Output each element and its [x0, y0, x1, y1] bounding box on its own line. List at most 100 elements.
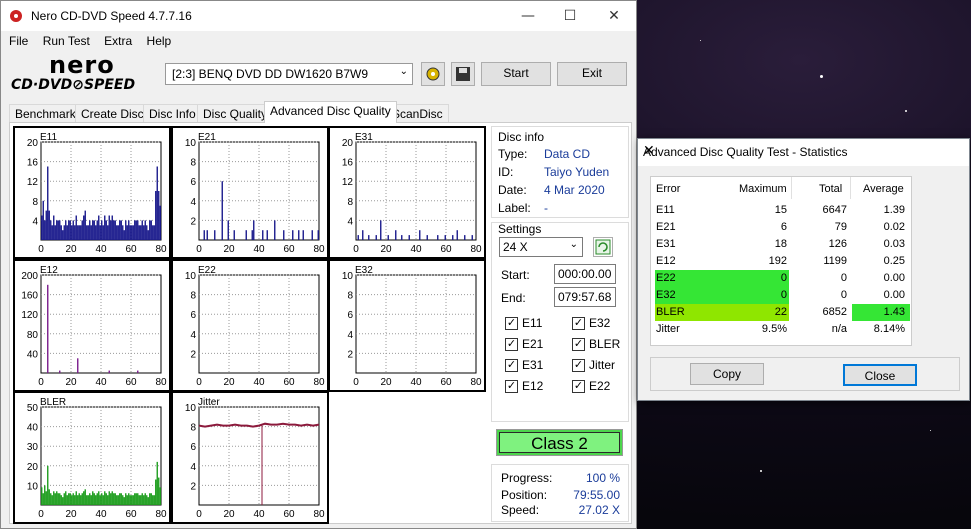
checkbox-e22[interactable]: ✓: [572, 380, 585, 393]
minimize-button[interactable]: —: [513, 5, 543, 27]
floppy-icon: [456, 67, 470, 81]
id-value: Taiyo Yuden: [544, 165, 610, 179]
stats-cell-e32-maximum: 0: [780, 289, 787, 301]
tab-disc-info[interactable]: Disc Info: [143, 104, 202, 123]
stats-header-maximum: Maximum: [739, 183, 787, 195]
copy-button[interactable]: Copy: [690, 363, 764, 385]
y-tick-label: 20: [27, 138, 39, 149]
exit-button[interactable]: Exit: [557, 62, 627, 86]
x-tick-label: 0: [196, 244, 202, 255]
checkbox-label-jitter: Jitter: [589, 358, 616, 372]
chart-jitter: 0 20 40 60 80 10 8 6 4 2 Jitter: [171, 391, 329, 524]
y-tick-label: 10: [185, 271, 197, 282]
y-tick-label: 30: [27, 442, 39, 453]
y-tick-label: 20: [27, 462, 39, 473]
x-tick-label: 40: [410, 244, 422, 255]
x-tick-label: 40: [410, 377, 422, 388]
x-tick-label: 20: [380, 377, 392, 388]
stats-title-bar: Advanced Disc Quality Test - Statistics …: [638, 139, 969, 166]
drive-select[interactable]: [2:3] BENQ DVD DD DW1620 B7W9 ⌄: [165, 63, 413, 85]
stats-close-button[interactable]: Close: [843, 364, 917, 386]
x-tick-label: 20: [380, 244, 392, 255]
y-tick-label: 10: [185, 138, 197, 149]
stats-cell-bler-average: 1.43: [883, 306, 905, 318]
checkbox-e32[interactable]: ✓: [572, 317, 585, 330]
wrench-icon: [426, 67, 440, 81]
chart-title: E22: [198, 265, 216, 276]
stats-cell-e32-average: 0.00: [883, 289, 905, 301]
stats-cell-e22-average: 0.00: [883, 272, 905, 284]
checkbox-e12[interactable]: ✓: [505, 380, 518, 393]
date-value: 4 Mar 2020: [544, 183, 605, 197]
stats-cell-e22-error: E22: [656, 272, 676, 284]
stats-cell-e32-error: E32: [656, 289, 676, 301]
checkbox-label-e12: E12: [522, 379, 544, 393]
checkbox-jitter[interactable]: ✓: [572, 359, 585, 372]
stats-cell-e21-error: E21: [656, 221, 676, 233]
chart-svg-e11: 0 20 40 60 80 20 16 12 8 4 E11: [27, 132, 167, 255]
y-tick-label: 10: [185, 403, 197, 414]
stats-cell-e21-maximum: 6: [780, 221, 787, 233]
id-label: ID:: [498, 165, 514, 179]
end-label: End:: [501, 291, 526, 305]
x-tick-label: 20: [223, 509, 235, 520]
chart-title: E21: [198, 132, 216, 143]
close-button[interactable]: ✕: [599, 5, 629, 27]
y-tick-label: 6: [190, 177, 196, 188]
menu-extra[interactable]: Extra: [104, 32, 132, 50]
stats-cell-e31-total: 126: [828, 238, 847, 250]
wrench-icon-button[interactable]: [421, 62, 445, 86]
y-tick-label: 200: [21, 271, 38, 282]
stats-cell-e31-average: 0.03: [883, 238, 905, 250]
drive-select-value: [2:3] BENQ DVD DD DW1620 B7W9: [172, 67, 369, 81]
x-tick-label: 40: [95, 509, 107, 520]
stats-header-average: Average: [863, 183, 904, 195]
tab-create-disc[interactable]: Create Disc: [75, 104, 150, 123]
menu-run-test[interactable]: Run Test: [43, 32, 90, 50]
stats-cell-e21-average: 0.02: [883, 221, 905, 233]
menu-help[interactable]: Help: [147, 32, 172, 50]
star: [930, 430, 931, 431]
progress-value: 100 %: [585, 471, 620, 485]
save-button[interactable]: [451, 62, 475, 86]
checkbox-bler[interactable]: ✓: [572, 338, 585, 351]
chart-svg-e12: 0 20 40 60 80 200 160 120 80 40 E12: [21, 265, 167, 388]
checkbox-e21[interactable]: ✓: [505, 338, 518, 351]
stats-cell-e31-error: E31: [656, 238, 676, 250]
class-label: Class 2: [499, 432, 620, 453]
tab-benchmark[interactable]: Benchmark: [9, 104, 82, 123]
refresh-button[interactable]: [593, 237, 613, 257]
end-input[interactable]: 079:57.68: [554, 287, 616, 307]
chevron-down-icon: ⌄: [569, 239, 578, 250]
stats-header-error: Error: [656, 183, 681, 195]
chart-svg-bler: 0 20 40 60 80 50 40 30 20 10 BLER: [27, 397, 167, 520]
x-tick-label: 80: [155, 244, 167, 255]
position-value: 79:55.00: [573, 488, 620, 502]
stats-cell-e11-maximum: 15: [774, 204, 787, 216]
x-tick-label: 40: [95, 244, 107, 255]
position-label: Position:: [501, 488, 548, 502]
y-tick-label: 6: [347, 310, 353, 321]
menu-file[interactable]: File: [9, 32, 28, 50]
stats-cell-e12-total: 1199: [823, 255, 847, 267]
y-tick-label: 8: [347, 291, 353, 302]
y-tick-label: 6: [190, 310, 196, 321]
y-tick-label: 4: [32, 216, 38, 227]
chart-svg-e22: 0 20 40 60 80 10 8 6 4 2 E22: [185, 265, 325, 388]
stats-close-icon[interactable]: ✕: [643, 143, 961, 159]
tab-advanced-disc-quality[interactable]: Advanced Disc Quality: [264, 101, 397, 123]
start-input[interactable]: 000:00.00: [554, 264, 616, 284]
y-tick-label: 8: [190, 291, 196, 302]
checkbox-e11[interactable]: ✓: [505, 317, 518, 330]
y-tick-label: 160: [21, 291, 38, 302]
speed-select[interactable]: 24 X ⌄: [499, 237, 583, 257]
start-button[interactable]: Start: [481, 62, 551, 86]
x-tick-label: 60: [440, 377, 452, 388]
maximize-button[interactable]: ☐: [555, 5, 585, 27]
checkbox-label-e32: E32: [589, 316, 611, 330]
tab-disc-quality[interactable]: Disc Quality: [197, 104, 274, 123]
checkbox-e31[interactable]: ✓: [505, 359, 518, 372]
x-tick-label: 0: [196, 377, 202, 388]
stats-cell-e21-total: 79: [834, 221, 847, 233]
y-tick-label: 8: [190, 423, 196, 434]
